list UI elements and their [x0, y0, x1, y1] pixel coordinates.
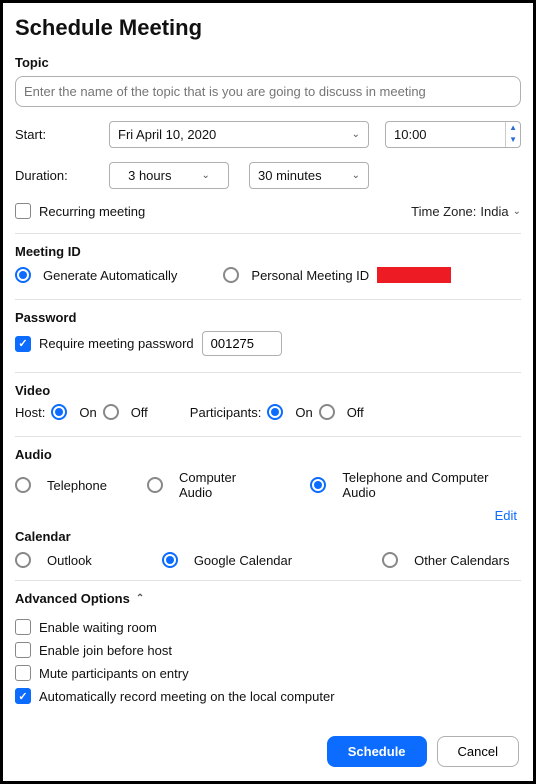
participants-on-label: On — [295, 405, 312, 420]
start-time-spinner[interactable]: 10:00 ▲ ▼ — [385, 121, 521, 148]
host-label: Host: — [15, 405, 45, 420]
require-password-checkbox[interactable] — [15, 336, 31, 352]
radio-participants-off[interactable] — [319, 404, 335, 420]
radio-participants-on[interactable] — [267, 404, 283, 420]
timezone-value: India — [480, 204, 508, 219]
topic-label: Topic — [15, 55, 521, 70]
host-on-label: On — [79, 405, 96, 420]
mute-entry-checkbox[interactable] — [15, 665, 31, 681]
radio-personal-id[interactable] — [223, 267, 239, 283]
start-label: Start: — [15, 127, 109, 142]
spinner-arrows: ▲ ▼ — [505, 122, 520, 147]
duration-hours-value: 3 hours — [128, 168, 171, 183]
calendar-other-label: Other Calendars — [414, 553, 509, 568]
radio-audio-telephone[interactable] — [15, 477, 31, 493]
join-before-checkbox[interactable] — [15, 642, 31, 658]
cancel-button[interactable]: Cancel — [437, 736, 519, 767]
advanced-heading: Advanced Options — [15, 591, 130, 606]
recurring-label: Recurring meeting — [39, 204, 145, 219]
participants-label: Participants: — [190, 405, 262, 420]
duration-hours-select[interactable]: 3 hours ⌄ — [109, 162, 229, 189]
auto-record-checkbox[interactable] — [15, 688, 31, 704]
duration-minutes-value: 30 minutes — [258, 168, 322, 183]
duration-label: Duration: — [15, 168, 109, 183]
divider — [15, 372, 521, 373]
dialog-title: Schedule Meeting — [15, 15, 521, 41]
advanced-options-toggle[interactable]: Advanced Options ⌃ — [15, 591, 144, 606]
radio-audio-both[interactable] — [310, 477, 326, 493]
timezone-prefix: Time Zone: — [411, 204, 476, 219]
audio-computer-label: Computer Audio — [179, 470, 270, 500]
chevron-up-icon: ⌃ — [136, 593, 144, 604]
calendar-heading: Calendar — [15, 529, 521, 544]
password-heading: Password — [15, 310, 521, 325]
radio-audio-computer[interactable] — [147, 477, 163, 493]
divider — [15, 233, 521, 234]
personal-id-label: Personal Meeting ID — [251, 268, 369, 283]
start-date-value: Fri April 10, 2020 — [118, 127, 216, 142]
radio-calendar-outlook[interactable] — [15, 552, 31, 568]
audio-telephone-label: Telephone — [47, 478, 107, 493]
chevron-down-icon: ⌄ — [513, 206, 521, 217]
waiting-room-checkbox[interactable] — [15, 619, 31, 635]
spinner-up-icon[interactable]: ▲ — [506, 122, 520, 134]
require-password-label: Require meeting password — [39, 336, 194, 351]
join-before-label: Enable join before host — [39, 643, 172, 658]
divider — [15, 580, 521, 581]
radio-generate-auto[interactable] — [15, 267, 31, 283]
recurring-checkbox[interactable] — [15, 203, 31, 219]
waiting-room-label: Enable waiting room — [39, 620, 157, 635]
password-input[interactable] — [202, 331, 282, 356]
chevron-down-icon: ⌄ — [201, 170, 209, 181]
participants-off-label: Off — [347, 405, 364, 420]
radio-host-on[interactable] — [51, 404, 67, 420]
generate-auto-label: Generate Automatically — [43, 268, 177, 283]
duration-minutes-select[interactable]: 30 minutes ⌄ — [249, 162, 369, 189]
schedule-button[interactable]: Schedule — [327, 736, 427, 767]
divider — [15, 436, 521, 437]
chevron-down-icon: ⌄ — [352, 170, 360, 181]
mute-entry-label: Mute participants on entry — [39, 666, 189, 681]
auto-record-label: Automatically record meeting on the loca… — [39, 689, 335, 704]
start-time-value: 10:00 — [386, 122, 505, 147]
calendar-outlook-label: Outlook — [47, 553, 92, 568]
meeting-id-heading: Meeting ID — [15, 244, 521, 259]
radio-calendar-other[interactable] — [382, 552, 398, 568]
schedule-meeting-dialog: Schedule Meeting Topic Start: Fri April … — [0, 0, 536, 784]
divider — [15, 299, 521, 300]
radio-host-off[interactable] — [103, 404, 119, 420]
timezone-select[interactable]: Time Zone: India ⌄ — [411, 204, 521, 219]
audio-edit-link[interactable]: Edit — [15, 508, 517, 523]
host-off-label: Off — [131, 405, 148, 420]
video-heading: Video — [15, 383, 521, 398]
audio-heading: Audio — [15, 447, 521, 462]
audio-both-label: Telephone and Computer Audio — [342, 470, 521, 500]
calendar-google-label: Google Calendar — [194, 553, 292, 568]
chevron-down-icon: ⌄ — [352, 129, 360, 140]
topic-input[interactable] — [15, 76, 521, 107]
radio-calendar-google[interactable] — [162, 552, 178, 568]
start-date-select[interactable]: Fri April 10, 2020 ⌄ — [109, 121, 369, 148]
personal-id-redacted — [377, 267, 451, 283]
spinner-down-icon[interactable]: ▼ — [506, 134, 520, 146]
